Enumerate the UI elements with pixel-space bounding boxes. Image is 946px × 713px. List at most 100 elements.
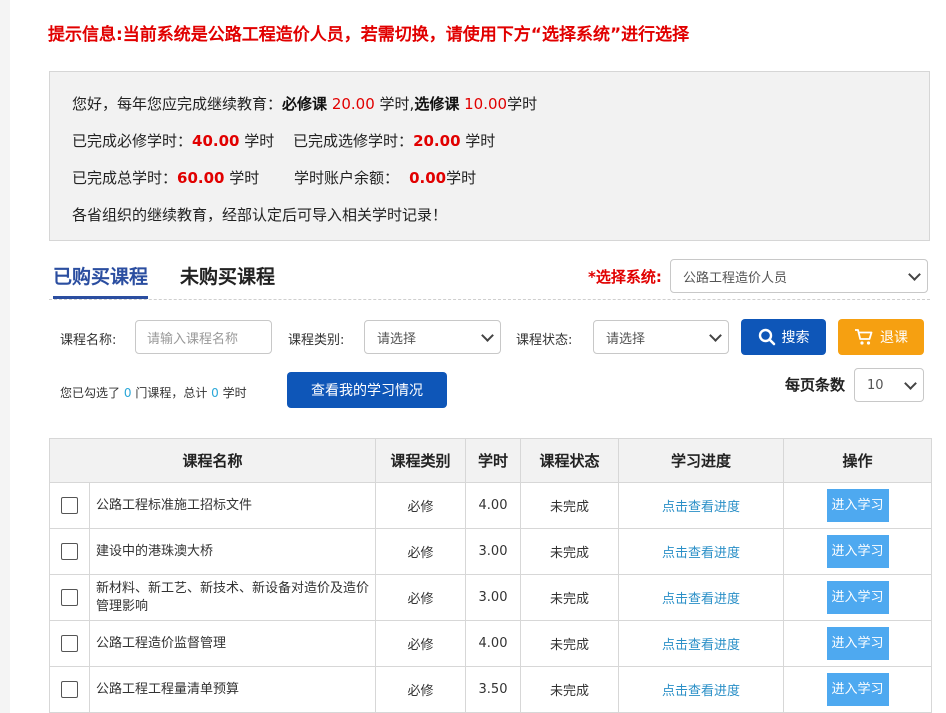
course-name-placeholder: 请输入课程名称: [147, 331, 239, 347]
view-progress-link[interactable]: 点击查看进度: [662, 500, 740, 515]
elective-label: 选修课: [414, 95, 460, 113]
header-course-type: 课程类别: [375, 438, 467, 483]
course-status-select[interactable]: 请选择: [593, 320, 729, 354]
education-summary-panel: 您好，每年您应完成继续教育：必修课 20.00 学时,选修课 10.00学时 已…: [49, 71, 930, 241]
drop-course-button[interactable]: 退课: [838, 319, 924, 355]
course-type: 必修: [375, 574, 467, 621]
course-status: 未完成: [520, 574, 620, 621]
progress-cell: 点击查看进度: [618, 620, 785, 667]
progress-cell: 点击查看进度: [618, 528, 785, 575]
course-hours: 3.00: [465, 574, 522, 621]
progress-cell: 点击查看进度: [618, 666, 785, 713]
search-button-label: 搜索: [781, 330, 810, 346]
action-cell: 进入学习: [783, 482, 933, 529]
enter-study-button[interactable]: 进入学习: [826, 627, 889, 660]
chevron-down-icon: [709, 329, 722, 342]
done-required-label: 已完成必修学时：: [72, 132, 193, 150]
required-hours: 20.00: [331, 95, 375, 113]
system-notice: 提示信息:当前系统是公路工程造价人员，若需切换，请使用下方“选择系统”进行选择: [48, 25, 690, 45]
header-hours: 学时: [465, 438, 522, 483]
selection-pre: 您已勾选了: [60, 386, 121, 400]
row-checkbox[interactable]: [61, 589, 78, 606]
course-name: 公路工程造价监督管理: [88, 620, 377, 667]
row-checkbox[interactable]: [61, 635, 78, 652]
course-name: 公路工程工程量清单预算: [88, 666, 377, 713]
progress-cell: 点击查看进度: [618, 482, 785, 529]
action-cell: 进入学习: [783, 574, 933, 621]
table-row: 公路工程标准施工招标文件 必修 4.00 未完成 点击查看进度 进入学习: [49, 482, 933, 529]
done-elective-value: 20.00: [413, 132, 461, 150]
course-type: 必修: [375, 620, 467, 667]
action-cell: 进入学习: [783, 666, 933, 713]
selected-hours-count: 0: [211, 386, 219, 400]
balance-unit: 学时: [446, 169, 477, 187]
enter-study-button[interactable]: 进入学习: [826, 673, 889, 706]
table-row: 公路工程工程量清单预算 必修 3.50 未完成 点击查看进度 进入学习: [49, 666, 933, 713]
view-progress-link[interactable]: 点击查看进度: [662, 592, 740, 607]
action-cell: 进入学习: [783, 620, 933, 667]
view-progress-link[interactable]: 点击查看进度: [662, 546, 740, 561]
course-status-label: 课程状态:: [516, 333, 573, 348]
course-table: 课程名称 课程类别 学时 课程状态 学习进度 操作 公路工程标准施工招标文件 必…: [48, 438, 933, 713]
row-checkbox[interactable]: [61, 497, 78, 514]
view-progress-link[interactable]: 点击查看进度: [662, 684, 740, 699]
chevron-down-icon: [904, 377, 917, 390]
selection-mid: 门课程，总计: [135, 386, 208, 400]
table-row: 新材料、新工艺、新技术、新设备对造价及造价管理影响 必修 3.00 未完成 点击…: [49, 574, 933, 621]
system-select[interactable]: 公路工程造价人员: [670, 259, 928, 293]
course-type-select[interactable]: 请选择: [364, 320, 501, 354]
balance-label: 学时账户余额：: [294, 169, 400, 187]
per-page-select[interactable]: 10: [854, 368, 924, 402]
row-checkbox[interactable]: [61, 681, 78, 698]
search-icon: [758, 328, 775, 346]
course-name-label: 课程名称:: [60, 333, 117, 348]
cart-icon: [855, 329, 873, 345]
row-checkbox[interactable]: [61, 543, 78, 560]
required-unit: 学时,: [379, 95, 415, 113]
table-header-row: 课程名称 课程类别 学时 课程状态 学习进度 操作: [48, 438, 933, 483]
progress-cell: 点击查看进度: [618, 574, 785, 621]
course-hours: 3.00: [465, 528, 522, 575]
requirement-line: 您好，每年您应完成继续教育：必修课 20.00 学时,选修课 10.00学时: [72, 93, 537, 114]
done-total-label: 已完成总学时：: [72, 169, 178, 187]
elective-hours: 10.00: [464, 95, 508, 113]
required-label: 必修课: [282, 95, 328, 113]
view-study-status-button[interactable]: 查看我的学习情况: [287, 372, 447, 408]
left-scroll-strip: [0, 0, 10, 713]
system-select-value: 公路工程造价人员: [683, 270, 788, 286]
header-action: 操作: [783, 438, 933, 483]
per-page-value: 10: [867, 377, 884, 393]
done-required-unit: 学时: [244, 132, 275, 150]
course-name: 新材料、新工艺、新技术、新设备对造价及造价管理影响: [88, 574, 377, 621]
view-progress-link[interactable]: 点击查看进度: [662, 638, 740, 653]
done-required-value: 40.00: [192, 132, 240, 150]
table-row: 公路工程造价监督管理 必修 4.00 未完成 点击查看进度 进入学习: [49, 620, 933, 667]
course-hours: 4.00: [465, 482, 522, 529]
tab-not-purchased[interactable]: 未购买课程: [180, 262, 275, 289]
course-name-input[interactable]: 请输入课程名称: [135, 320, 272, 354]
drop-course-label: 退课: [880, 330, 908, 346]
course-name: 建设中的港珠澳大桥: [88, 528, 377, 575]
completed-line: 已完成必修学时：40.00 学时 已完成选修学时：20.00 学时: [72, 130, 495, 151]
done-elective-unit: 学时: [465, 132, 496, 150]
course-status: 未完成: [520, 528, 620, 575]
import-note: 各省组织的继续教育，经部认定后可导入相关学时记录！: [72, 206, 448, 224]
done-total-value: 60.00: [177, 169, 225, 187]
course-type: 必修: [375, 482, 467, 529]
row-checkbox-cell: [49, 482, 90, 529]
search-button[interactable]: 搜索: [741, 319, 826, 355]
enter-study-button[interactable]: 进入学习: [826, 535, 889, 568]
row-checkbox-cell: [49, 574, 90, 621]
course-type: 必修: [375, 528, 467, 575]
system-select-label: *选择系统:: [588, 268, 662, 286]
enter-study-button[interactable]: 进入学习: [826, 581, 889, 614]
course-status: 未完成: [520, 482, 620, 529]
enter-study-button[interactable]: 进入学习: [826, 489, 889, 522]
tab-purchased[interactable]: 已购买课程: [53, 262, 149, 299]
per-page-label: 每页条数: [785, 376, 846, 394]
row-checkbox-cell: [49, 620, 90, 667]
total-line: 已完成总学时：60.00 学时 学时账户余额： 0.00学时: [72, 167, 476, 188]
course-hours: 3.50: [465, 666, 522, 713]
elective-unit: 学时: [507, 95, 538, 113]
action-cell: 进入学习: [783, 528, 933, 575]
